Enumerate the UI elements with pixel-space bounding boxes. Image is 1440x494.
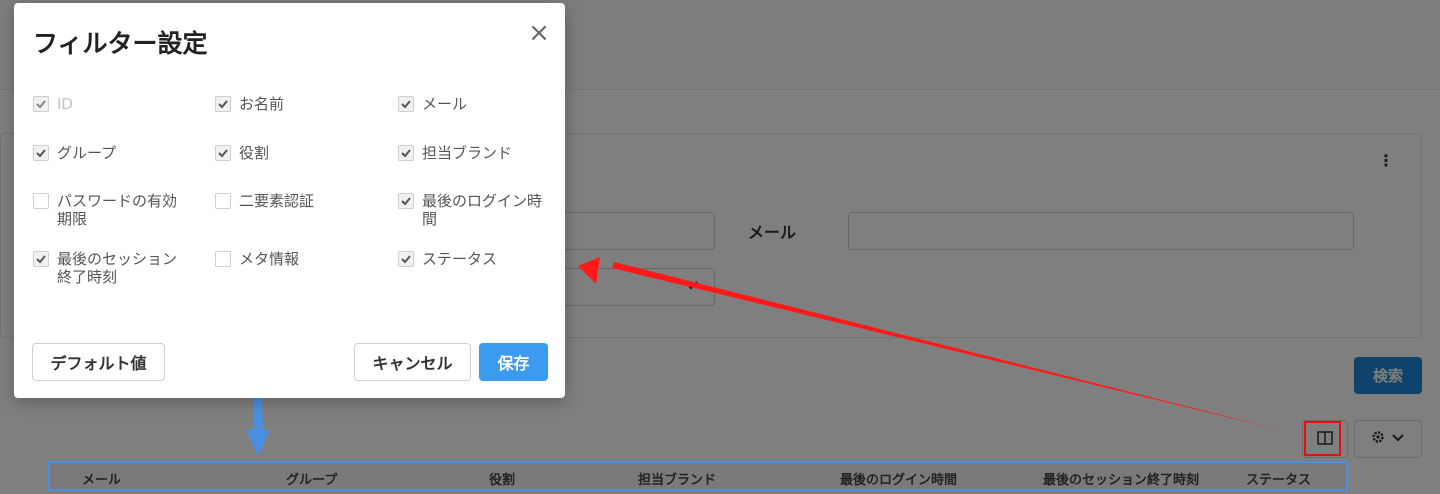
checkbox[interactable] xyxy=(33,251,49,267)
option-label: ID xyxy=(57,95,73,113)
option-label: メール xyxy=(422,95,468,113)
checkbox[interactable] xyxy=(398,251,414,267)
close-icon[interactable]: × xyxy=(527,20,551,46)
option-last-session[interactable]: 最後のセッション 終了時刻 xyxy=(33,250,193,286)
option-label: メタ情報 xyxy=(239,250,300,268)
option-brand[interactable]: 担当ブランド xyxy=(398,144,558,162)
checkbox[interactable] xyxy=(33,145,49,161)
checkbox[interactable] xyxy=(215,96,231,112)
option-label: グループ xyxy=(57,144,117,162)
save-button[interactable]: 保存 xyxy=(479,343,548,381)
option-email[interactable]: メール xyxy=(398,95,558,113)
option-name[interactable]: お名前 xyxy=(215,95,375,113)
option-label: 役割 xyxy=(239,144,270,162)
option-label: 二要素認証 xyxy=(239,192,315,210)
option-status[interactable]: ステータス xyxy=(398,250,558,268)
checkbox[interactable] xyxy=(398,145,414,161)
option-group[interactable]: グループ xyxy=(33,144,193,162)
checkbox[interactable] xyxy=(215,251,231,267)
option-two-factor[interactable]: 二要素認証 xyxy=(215,192,375,210)
option-role[interactable]: 役割 xyxy=(215,144,375,162)
option-label: 最後のログイン時間 xyxy=(422,192,543,228)
checkbox[interactable] xyxy=(398,193,414,209)
default-values-button[interactable]: デフォルト値 xyxy=(32,343,165,381)
checkbox[interactable] xyxy=(398,96,414,112)
checkbox[interactable] xyxy=(33,193,49,209)
option-id[interactable]: ID xyxy=(33,95,193,113)
modal-title: フィルター設定 xyxy=(33,29,208,58)
checkbox[interactable] xyxy=(33,96,49,112)
option-label: ステータス xyxy=(422,250,498,268)
option-meta[interactable]: メタ情報 xyxy=(215,250,375,268)
option-password-expiry[interactable]: パスワードの有効 期限 xyxy=(33,192,193,228)
cancel-button[interactable]: キャンセル xyxy=(354,343,471,381)
checkbox[interactable] xyxy=(215,193,231,209)
option-label: 担当ブランド xyxy=(422,144,513,162)
option-last-login[interactable]: 最後のログイン時間 xyxy=(398,192,558,228)
option-label: お名前 xyxy=(239,95,285,113)
option-label: パスワードの有効 期限 xyxy=(57,192,178,228)
filter-settings-modal: フィルター設定 × ID お名前 メール グループ 役割 担当ブランド パスワー… xyxy=(14,3,565,398)
checkbox[interactable] xyxy=(215,145,231,161)
option-label: 最後のセッション 終了時刻 xyxy=(57,250,178,286)
